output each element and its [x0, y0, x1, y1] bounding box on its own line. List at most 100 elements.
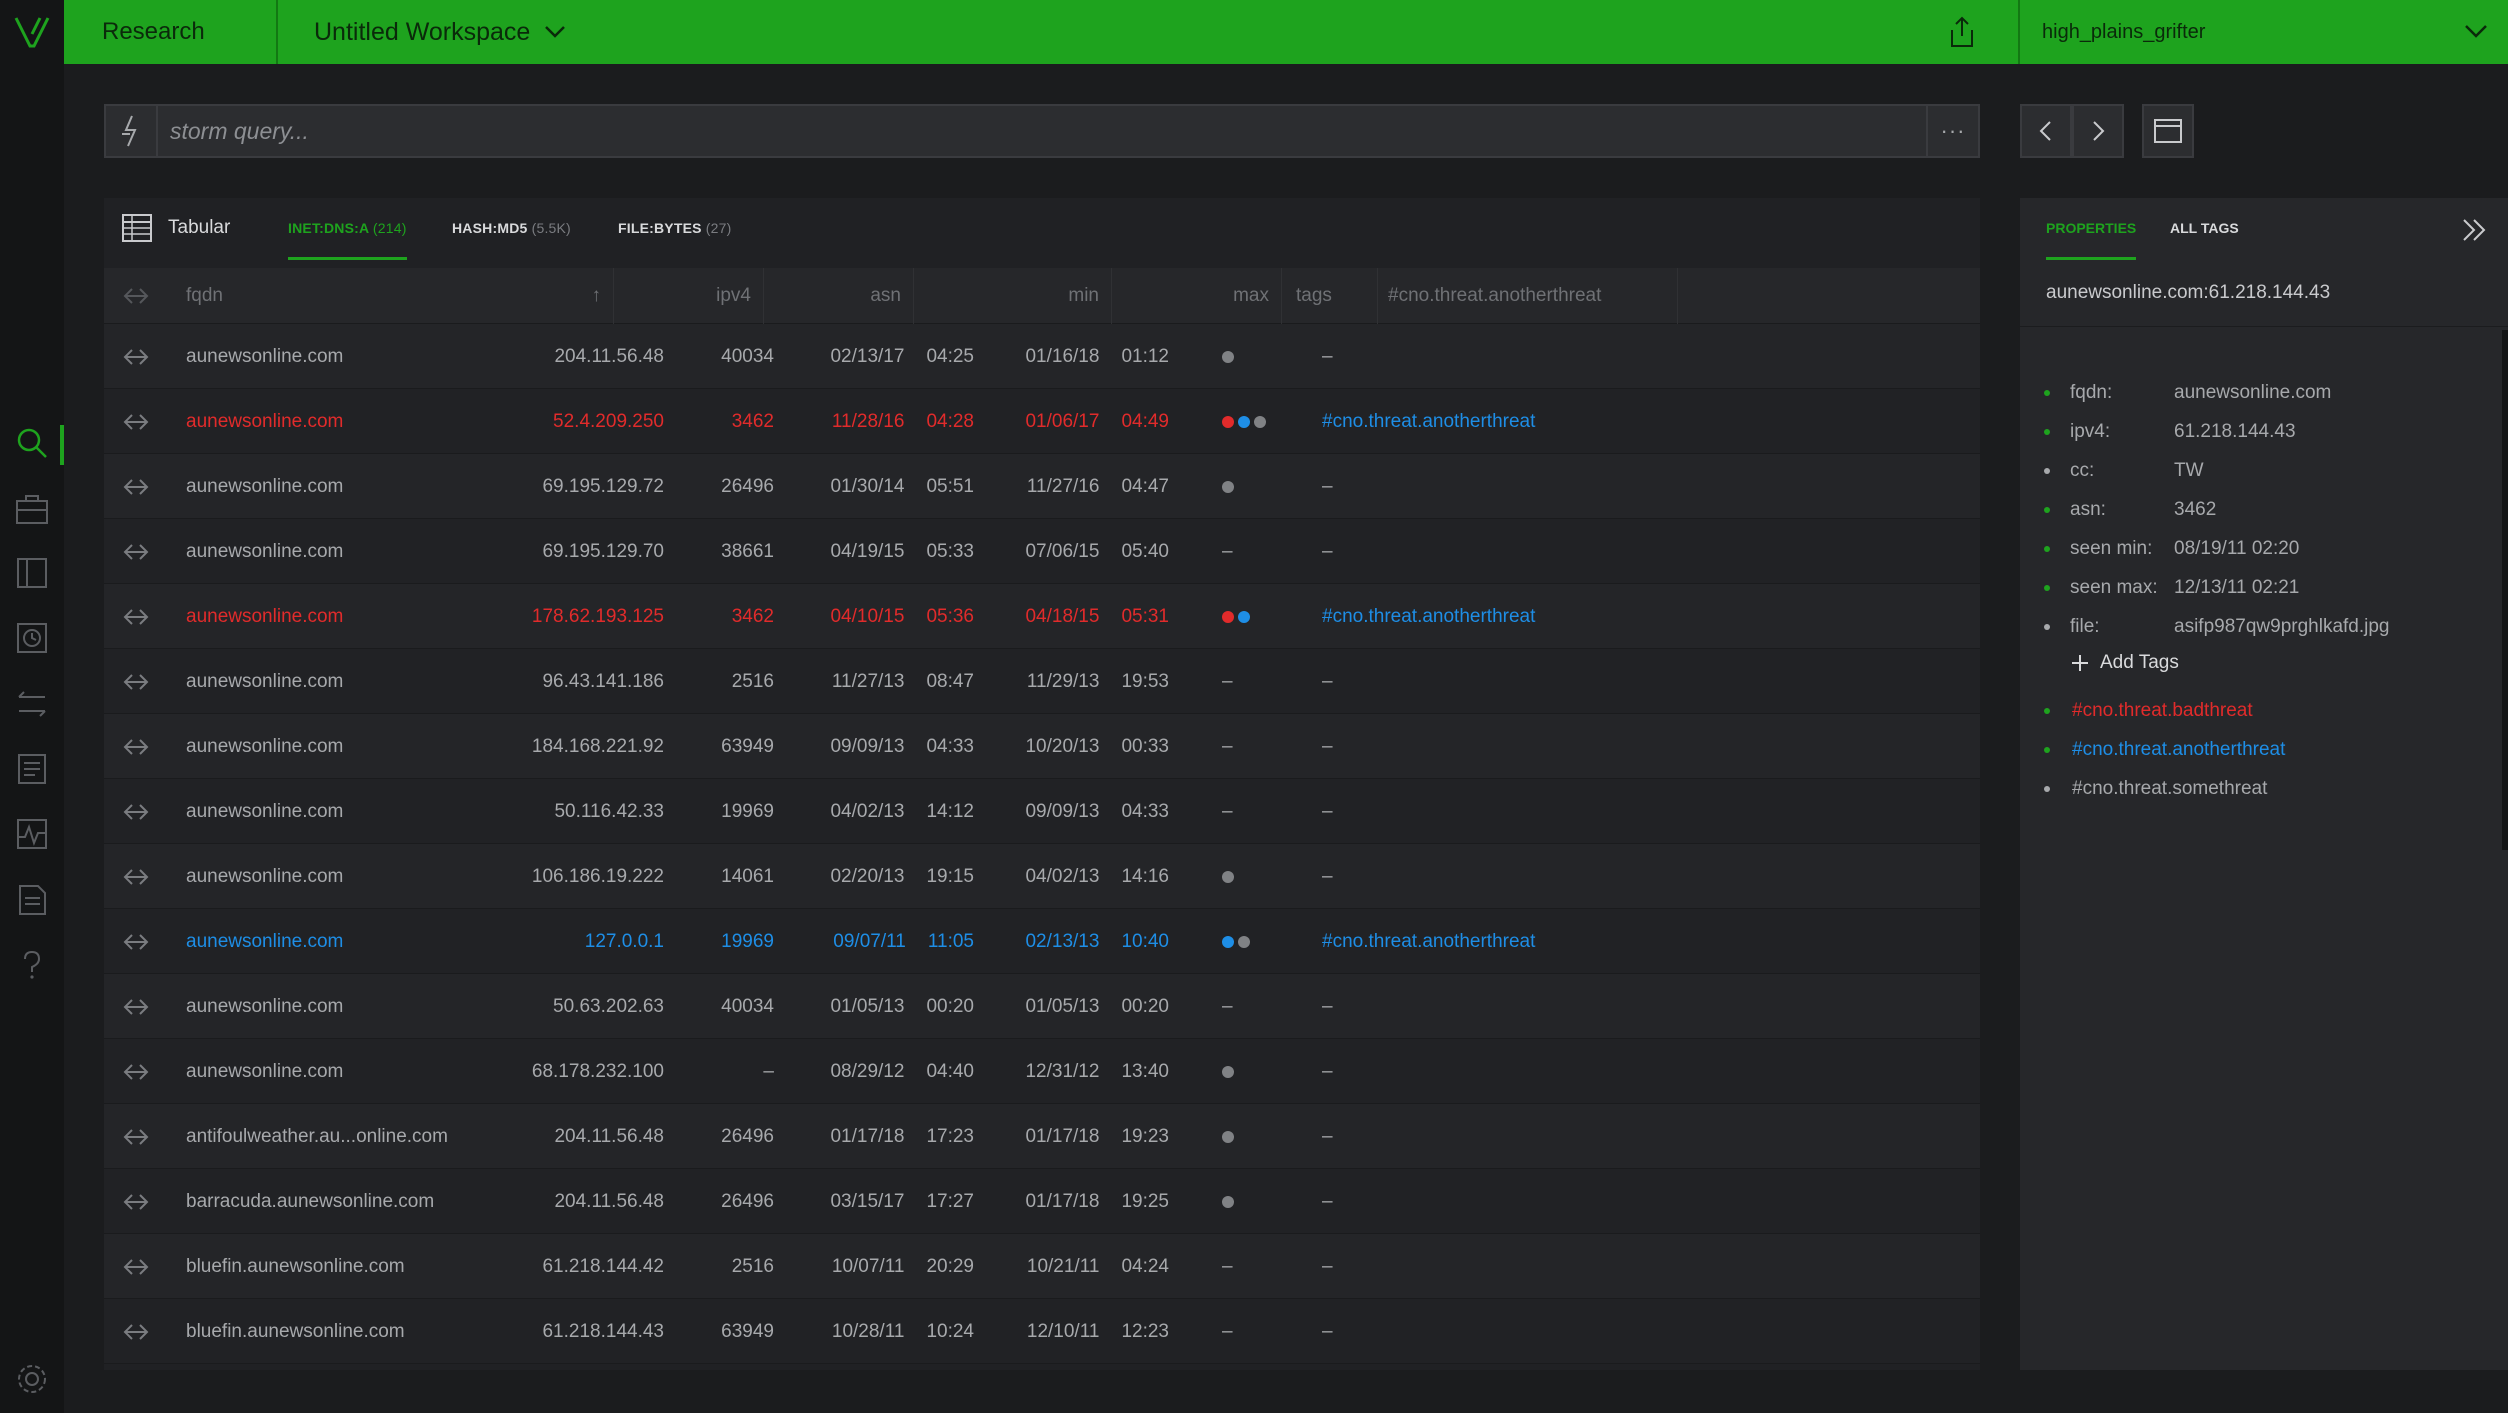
- share-icon[interactable]: [1944, 14, 1980, 50]
- table-row[interactable]: aunewsonline.com 69.195.129.72 26496 01/30/…: [104, 454, 1980, 519]
- cell-ipv4[interactable]: 50.116.42.33: [484, 779, 664, 844]
- table-row[interactable]: aunewsonline.com 96.43.141.186 2516 11/27/1…: [104, 649, 1980, 714]
- cell-tags[interactable]: –: [1222, 974, 1233, 1039]
- column-header-threat[interactable]: #cno.threat.anotherthreat: [1378, 268, 1678, 324]
- cell-ipv4[interactable]: 50.63.202.63: [484, 974, 664, 1039]
- cell-fqdn[interactable]: aunewsonline.com: [186, 649, 343, 714]
- cell-ipv4[interactable]: 127.0.0.1: [484, 909, 664, 974]
- notes-icon[interactable]: [8, 745, 56, 793]
- cell-asn[interactable]: 63949: [704, 1299, 774, 1364]
- cell-asn[interactable]: 26496: [704, 1104, 774, 1169]
- forward-button[interactable]: [2072, 104, 2124, 158]
- cell-fqdn[interactable]: aunewsonline.com: [186, 714, 343, 779]
- pivot-icon[interactable]: [118, 909, 154, 974]
- view-mode-selector[interactable]: Tabular: [122, 214, 230, 242]
- pivot-icon[interactable]: [118, 584, 154, 649]
- cell-fqdn[interactable]: aunewsonline.com: [186, 909, 343, 974]
- cell-ipv4[interactable]: 184.168.221.92: [484, 714, 664, 779]
- cell-asn[interactable]: 14061: [704, 844, 774, 909]
- pivot-icon[interactable]: [118, 974, 154, 1039]
- cell-ipv4[interactable]: 69.195.129.70: [484, 519, 664, 584]
- user-menu[interactable]: high_plains_grifter: [2018, 0, 2508, 64]
- activity-icon[interactable]: [8, 810, 56, 858]
- table-row[interactable]: aunewsonline.com 50.63.202.63 40034 01/05/1…: [104, 974, 1980, 1039]
- table-row[interactable]: antifoulweather.au...online.com 204.11.56…: [104, 1104, 1980, 1169]
- tag-item[interactable]: #cno.threat.badthreat: [2044, 696, 2253, 726]
- query-options-button[interactable]: ···: [1926, 106, 1978, 156]
- search-icon[interactable]: [8, 419, 56, 467]
- pivot-icon[interactable]: [118, 389, 154, 454]
- pivot-all-icon[interactable]: [118, 268, 154, 324]
- sort-ascending-icon[interactable]: ↑: [592, 285, 602, 307]
- cell-asn[interactable]: 3462: [704, 584, 774, 649]
- cell-tags[interactable]: [1222, 909, 1250, 974]
- cell-asn[interactable]: 26496: [704, 1169, 774, 1234]
- cell-tags[interactable]: –: [1222, 1234, 1233, 1299]
- table-row[interactable]: barracuda.aunewsonline.com 204.11.56.48 26…: [104, 1169, 1980, 1234]
- cell-fqdn[interactable]: barracuda.aunewsonline.com: [186, 1169, 434, 1234]
- table-row[interactable]: aunewsonline.com 184.168.221.92 63949 09/09…: [104, 714, 1980, 779]
- table-row[interactable]: aunewsonline.com 50.116.42.33 19969 04/02/1…: [104, 779, 1980, 844]
- cell-asn[interactable]: 3462: [704, 389, 774, 454]
- cell-tags[interactable]: [1222, 584, 1250, 649]
- cell-tags[interactable]: [1222, 844, 1234, 909]
- cell-ipv4[interactable]: 204.11.56.48: [484, 324, 664, 389]
- column-header-asn[interactable]: asn: [764, 268, 914, 324]
- cell-fqdn[interactable]: aunewsonline.com: [186, 389, 343, 454]
- table-row[interactable]: aunewsonline.com 178.62.193.125 3462 04/10/…: [104, 584, 1980, 649]
- cell-threat-tag[interactable]: #cno.threat.anotherthreat: [1322, 584, 1535, 649]
- cell-asn[interactable]: –: [704, 1039, 774, 1104]
- column-header-ipv4[interactable]: ipv4: [614, 268, 764, 324]
- cell-ipv4[interactable]: 61.218.144.43: [484, 1299, 664, 1364]
- history-icon[interactable]: [8, 614, 56, 662]
- cell-threat-tag[interactable]: #cno.threat.anotherthreat: [1322, 389, 1535, 454]
- cell-fqdn[interactable]: aunewsonline.com: [186, 584, 343, 649]
- cell-tags[interactable]: –: [1222, 779, 1233, 844]
- pivot-icon[interactable]: [118, 844, 154, 909]
- tab-all-tags[interactable]: ALL TAGS: [2170, 220, 2239, 260]
- cell-fqdn[interactable]: aunewsonline.com: [186, 519, 343, 584]
- cell-tags[interactable]: –: [1222, 1299, 1233, 1364]
- column-header-fqdn[interactable]: fqdn ↑: [186, 268, 614, 324]
- cell-tags[interactable]: –: [1222, 649, 1233, 714]
- cell-ipv4[interactable]: 52.4.209.250: [484, 389, 664, 454]
- vertex-logo[interactable]: [10, 10, 54, 54]
- cell-asn[interactable]: 2516: [704, 649, 774, 714]
- tab-hash-md5[interactable]: HASH:MD5 (5.5K): [452, 220, 571, 260]
- storm-query-input[interactable]: [170, 112, 1870, 150]
- settings-icon[interactable]: [8, 1355, 56, 1403]
- cell-fqdn[interactable]: aunewsonline.com: [186, 454, 343, 519]
- table-row[interactable]: aunewsonline.com 106.186.19.222 14061 02/20…: [104, 844, 1980, 909]
- add-tags-button[interactable]: Add Tags: [2070, 652, 2179, 674]
- pivot-icon[interactable]: [118, 714, 154, 779]
- pivot-icon[interactable]: [118, 1104, 154, 1169]
- pivot-icon[interactable]: [118, 1299, 154, 1364]
- cell-ipv4[interactable]: 178.62.193.125: [484, 584, 664, 649]
- column-header-tags[interactable]: tags: [1282, 268, 1378, 324]
- cell-tags[interactable]: –: [1222, 714, 1233, 779]
- cell-fqdn[interactable]: antifoulweather.au...online.com: [186, 1104, 448, 1169]
- cell-tags[interactable]: [1222, 1039, 1234, 1104]
- help-icon[interactable]: [8, 941, 56, 989]
- document-icon[interactable]: [8, 876, 56, 924]
- cell-asn[interactable]: 26496: [704, 454, 774, 519]
- cell-fqdn[interactable]: aunewsonline.com: [186, 974, 343, 1039]
- cell-fqdn[interactable]: aunewsonline.com: [186, 1039, 343, 1104]
- cell-tags[interactable]: [1222, 454, 1234, 519]
- table-row[interactable]: aunewsonline.com 127.0.0.1 19969 09/07/11 11…: [104, 909, 1980, 974]
- cell-fqdn[interactable]: bluefin.aunewsonline.com: [186, 1234, 405, 1299]
- cell-ipv4[interactable]: 204.11.56.48: [484, 1169, 664, 1234]
- tab-inet-dns-a[interactable]: INET:DNS:A (214): [288, 220, 407, 260]
- cell-asn[interactable]: 38661: [704, 519, 774, 584]
- back-button[interactable]: [2020, 104, 2072, 158]
- pivot-icon[interactable]: [118, 454, 154, 519]
- cell-asn[interactable]: 40034: [704, 974, 774, 1039]
- cell-tags[interactable]: [1222, 389, 1266, 454]
- pivot-icon[interactable]: [118, 1169, 154, 1234]
- table-row[interactable]: bluefin.aunewsonline.com 61.218.144.43 639…: [104, 1299, 1980, 1364]
- window-toggle-button[interactable]: [2142, 104, 2194, 158]
- tab-file-bytes[interactable]: FILE:BYTES (27): [618, 220, 731, 260]
- pivot-icon[interactable]: [118, 649, 154, 714]
- tab-properties[interactable]: PROPERTIES: [2046, 220, 2137, 260]
- cell-asn[interactable]: 63949: [704, 714, 774, 779]
